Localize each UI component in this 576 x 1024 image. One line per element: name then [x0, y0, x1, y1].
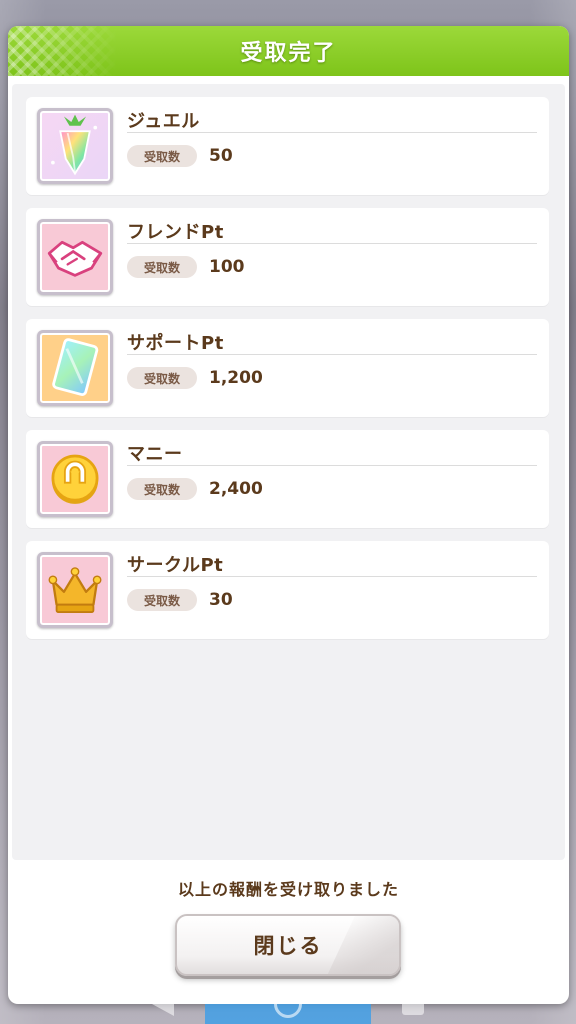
reward-name: フレンドPt [127, 222, 224, 243]
reward-item-circle-pt: サークルPt 受取数 30 [26, 541, 549, 639]
divider [127, 132, 537, 133]
reward-received-dialog: 受取完了 ジュエル 受取数 50 フレンドPt 受取数 100 サポートPt 受… [8, 26, 569, 1004]
quantity-label-badge: 受取数 [127, 145, 197, 167]
support-card-icon [37, 330, 113, 406]
crown-icon [37, 552, 113, 628]
reward-item-friend-pt: フレンドPt 受取数 100 [26, 208, 549, 306]
header-pattern-decoration [8, 26, 118, 76]
divider [127, 354, 537, 355]
reward-name: サポートPt [127, 333, 224, 354]
horseshoe-coin-icon [37, 441, 113, 517]
quantity-value: 30 [209, 590, 233, 610]
quantity-value: 2,400 [209, 479, 263, 499]
divider [127, 465, 537, 466]
dialog-title: 受取完了 [240, 41, 337, 66]
reward-list[interactable]: ジュエル 受取数 50 フレンドPt 受取数 100 サポートPt 受取数 1,… [12, 84, 565, 860]
back-icon[interactable] [152, 992, 174, 1016]
reward-item-support-pt: サポートPt 受取数 1,200 [26, 319, 549, 417]
reward-name: サークルPt [127, 555, 224, 576]
divider [127, 576, 537, 577]
quantity-label-badge: 受取数 [127, 589, 197, 611]
reward-name: ジュエル [127, 111, 200, 132]
jewel-carrot-icon [37, 108, 113, 184]
quantity-label-badge: 受取数 [127, 367, 197, 389]
received-message: 以上の報酬を受け取りました [177, 880, 399, 899]
close-button[interactable]: 閉じる [175, 914, 401, 976]
reward-item-money: マニー 受取数 2,400 [26, 430, 549, 528]
quantity-value: 1,200 [209, 368, 263, 388]
quantity-label-badge: 受取数 [127, 478, 197, 500]
system-nav-bar [0, 984, 576, 1024]
dialog-header: 受取完了 [8, 26, 569, 76]
reward-item-jewel: ジュエル 受取数 50 [26, 97, 549, 195]
quantity-value: 100 [209, 257, 245, 277]
handshake-icon [37, 219, 113, 295]
quantity-value: 50 [209, 146, 233, 166]
quantity-label-badge: 受取数 [127, 256, 197, 278]
home-icon[interactable] [274, 990, 302, 1018]
reward-name: マニー [127, 444, 183, 465]
divider [127, 243, 537, 244]
recent-apps-icon[interactable] [402, 993, 424, 1015]
close-button-label: 閉じる [253, 934, 323, 958]
